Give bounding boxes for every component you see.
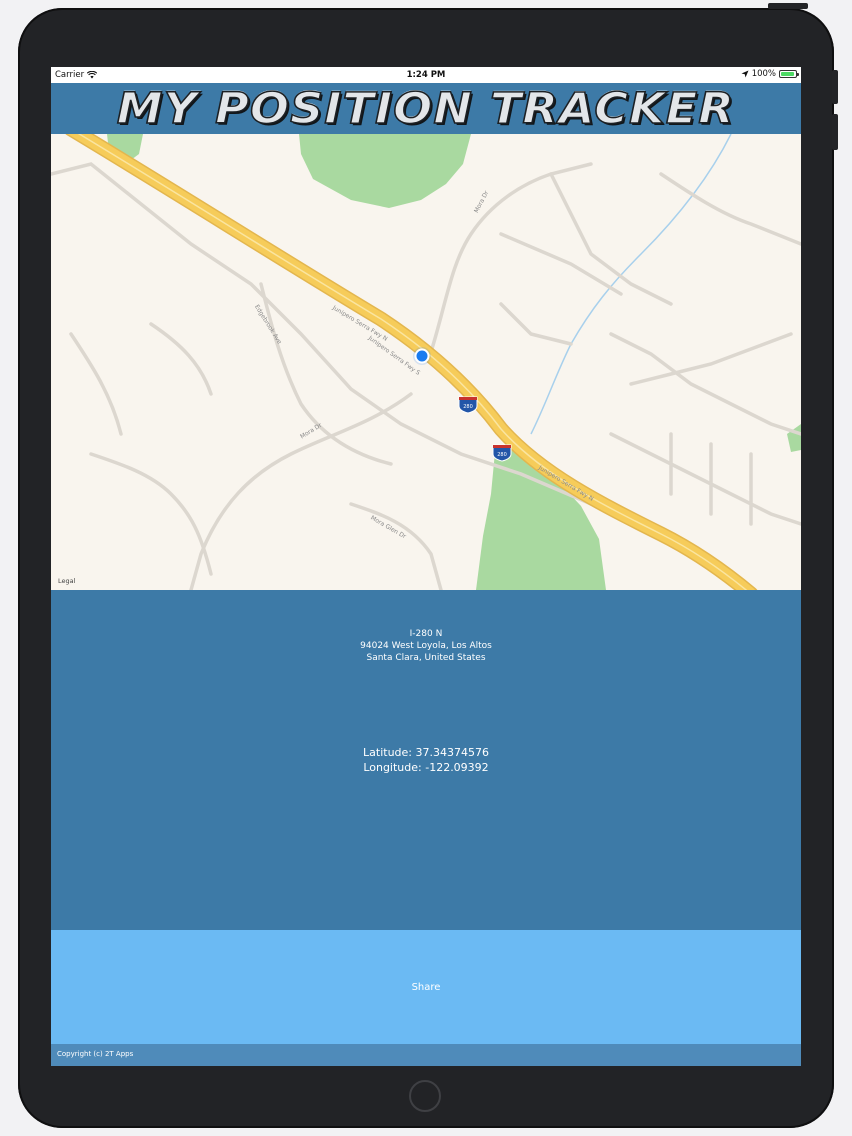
latitude-label: Latitude: 37.34374576	[363, 746, 489, 759]
footer: Copyright (c) 2T Apps	[51, 1044, 801, 1066]
address-line-3: Santa Clara, United States	[366, 653, 486, 663]
app-header: MY POSITION TRACKER	[51, 83, 801, 134]
shield-number-1: 280	[463, 404, 473, 410]
app-title: MY POSITION TRACKER	[116, 83, 735, 135]
address-line-1: I-280 N	[409, 629, 443, 639]
volume-up-button	[832, 70, 838, 104]
park-top	[299, 134, 471, 208]
volume-down-button	[832, 114, 838, 150]
map-graphic: 280 280	[51, 134, 801, 590]
battery-percent: 100%	[751, 69, 776, 79]
address-block: I-280 N 94024 West Loyola, Los Altos San…	[51, 628, 801, 664]
location-arrow-icon	[741, 70, 749, 78]
home-button[interactable]	[409, 1080, 441, 1112]
status-time: 1:24 PM	[406, 70, 446, 80]
longitude-label: Longitude: -122.09392	[363, 761, 489, 774]
location-info-panel: I-280 N 94024 West Loyola, Los Altos San…	[51, 590, 801, 930]
app-screen: Carrier 1:24 PM 100% MY POSITION TRACKER	[51, 67, 801, 1066]
copyright-text: Copyright (c) 2T Apps	[57, 1050, 134, 1058]
shield-number-2: 280	[497, 452, 507, 458]
battery-icon	[779, 70, 799, 78]
status-bar: Carrier 1:24 PM 100%	[51, 67, 801, 83]
map-view[interactable]: 280 280 Junipero Serra Fwy N Junipero Se…	[51, 134, 801, 590]
user-location-dot	[414, 348, 430, 364]
address-line-2: 94024 West Loyola, Los Altos	[360, 641, 492, 651]
share-button[interactable]: Share	[51, 930, 801, 1044]
coordinates-block: Latitude: 37.34374576 Longitude: -122.09…	[51, 745, 801, 775]
map-legal-link[interactable]: Legal	[58, 577, 75, 585]
power-button	[768, 3, 808, 9]
